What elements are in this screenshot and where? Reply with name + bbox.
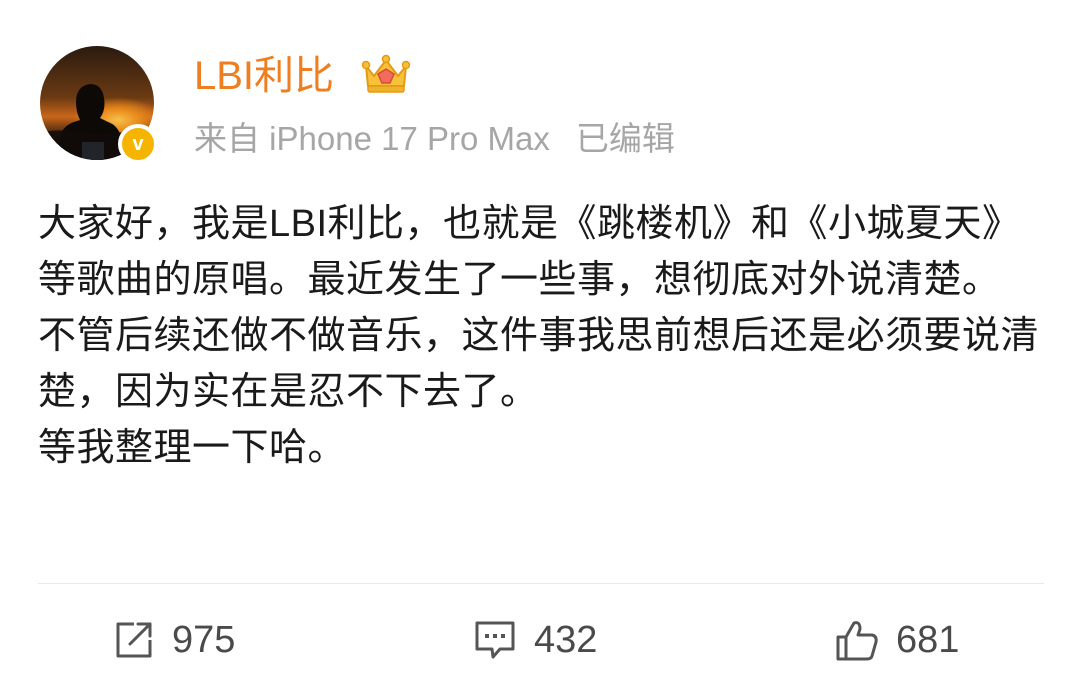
comment-icon bbox=[475, 621, 515, 659]
post-paragraph: 等我整理一下哈。 bbox=[38, 427, 347, 469]
repost-count: 975 bbox=[172, 618, 236, 661]
post-meta: 来自 iPhone 17 Pro Max 已编辑 bbox=[194, 118, 675, 160]
post-content: 大家好，我是LBI利比，也就是《跳楼机》和《小城夏天》等歌曲的原唱。最近发生了一… bbox=[38, 196, 1042, 476]
repost-button[interactable]: 975 bbox=[112, 612, 235, 668]
weibo-post: v LBI利比 来自 iPhone 17 Pro Max 已编辑 大家好，我是LB… bbox=[0, 0, 1080, 685]
username[interactable]: LBI利比 bbox=[194, 52, 334, 100]
comment-count: 432 bbox=[534, 618, 598, 661]
repost-icon bbox=[116, 622, 152, 658]
divider bbox=[38, 583, 1044, 584]
post-source: 来自 iPhone 17 Pro Max bbox=[194, 120, 550, 157]
crown-badge-icon[interactable] bbox=[360, 52, 412, 96]
post-paragraph: 大家好，我是LBI利比，也就是《跳楼机》和《小城夏天》等歌曲的原唱。最近发生了一… bbox=[38, 203, 1021, 301]
post-paragraph: 不管后续还做不做音乐，这件事我思前想后还是必须要说清楚，因为实在是忍不下去了。 bbox=[38, 315, 1040, 413]
like-button[interactable]: 681 bbox=[834, 612, 959, 668]
verified-badge: v bbox=[118, 124, 158, 164]
edited-label[interactable]: 已编辑 bbox=[576, 120, 675, 157]
thumbs-up-icon bbox=[836, 621, 878, 661]
comment-button[interactable]: 432 bbox=[472, 612, 597, 668]
like-count: 681 bbox=[896, 618, 960, 661]
